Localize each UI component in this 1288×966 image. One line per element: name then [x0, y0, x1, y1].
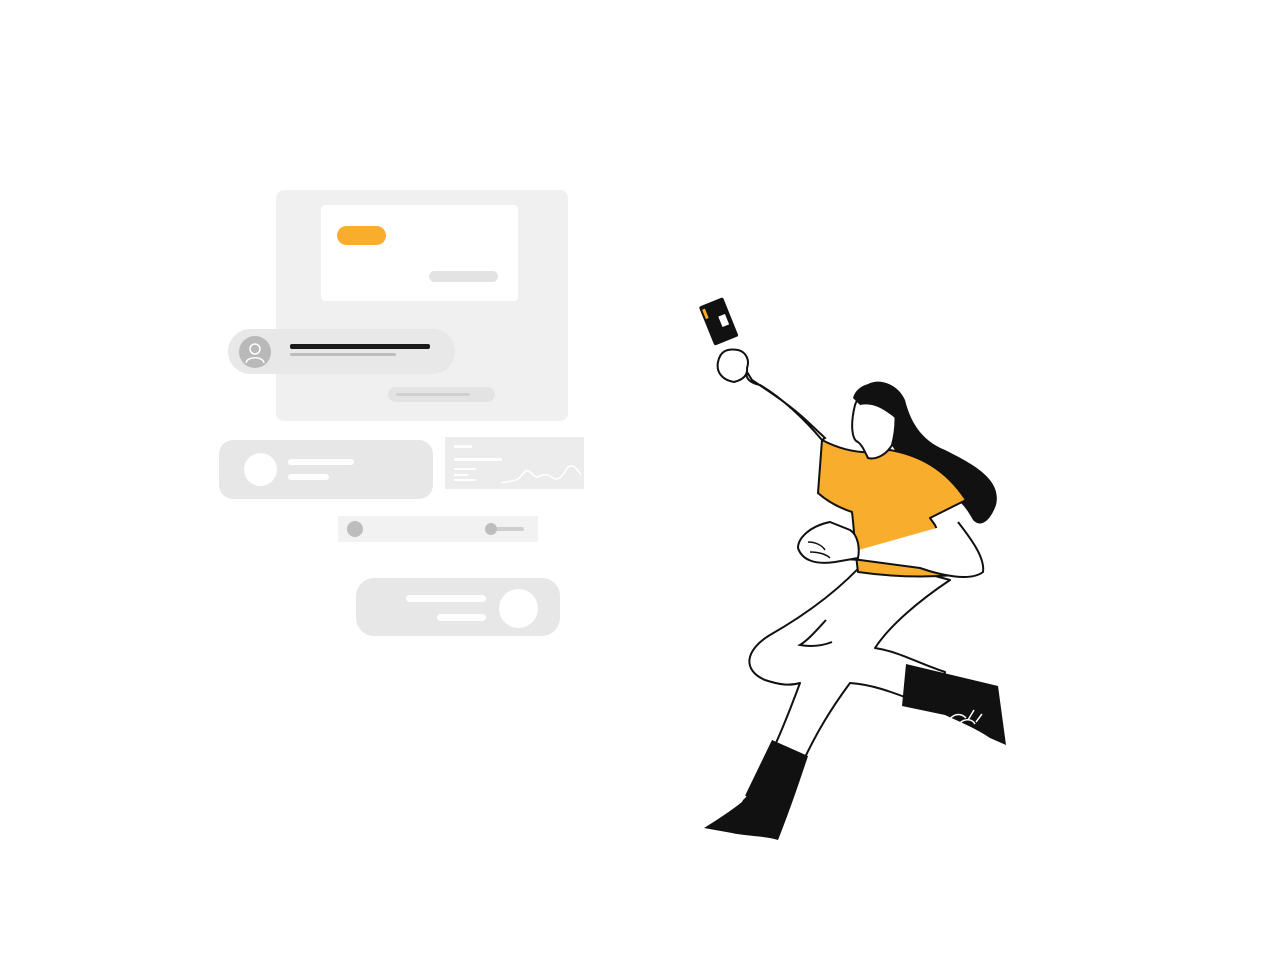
illustration-canvas — [0, 0, 1288, 966]
profile-sub-line — [290, 353, 396, 356]
raised-arm — [745, 369, 827, 442]
message-avatar — [499, 589, 538, 628]
avatar — [239, 336, 271, 368]
payment-card-placeholder — [321, 205, 518, 301]
pants — [748, 557, 951, 769]
list-item-line — [288, 474, 329, 480]
profile-name-line — [290, 344, 430, 349]
list-item-line — [288, 459, 354, 465]
sparkline-icon — [454, 445, 582, 484]
slider-knob — [485, 523, 497, 535]
front-boot — [704, 740, 808, 840]
slider-knob — [347, 521, 363, 537]
person-figure — [699, 297, 1006, 840]
person-illustration — [690, 290, 1020, 850]
list-item-avatar — [244, 453, 277, 486]
user-icon — [245, 343, 265, 364]
message-line — [437, 614, 486, 621]
panel-button-line — [396, 393, 470, 396]
card-grey-pill — [429, 271, 498, 282]
raised-hand — [716, 348, 749, 384]
mini-chart-card — [445, 437, 584, 489]
back-boot — [902, 664, 1006, 745]
credit-card-icon — [699, 297, 739, 346]
message-line — [406, 595, 486, 602]
card-accent-pill — [337, 226, 386, 245]
